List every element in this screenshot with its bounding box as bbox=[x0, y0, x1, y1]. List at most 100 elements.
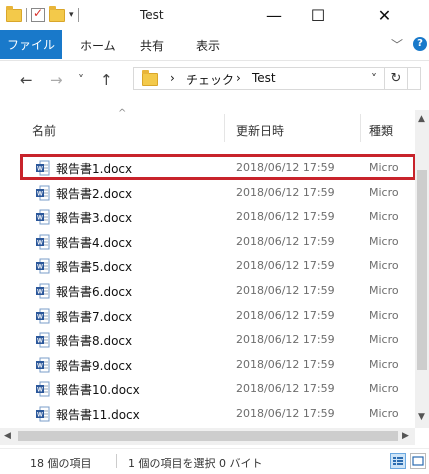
navigation-bar: ← → ˅ ↑ › チェック › Test ˅ ↻ bbox=[0, 61, 429, 97]
breadcrumb-check[interactable]: チェック bbox=[186, 71, 234, 88]
customize-toolbar-icon[interactable]: ▾ bbox=[69, 10, 74, 20]
title-bar: ▾ Test — ☐ ✕ bbox=[0, 0, 429, 30]
file-type: Micro bbox=[369, 308, 399, 322]
breadcrumb-test[interactable]: Test bbox=[252, 71, 276, 85]
file-row[interactable]: W 報告書10.docx 2018/06/12 17:59 Micro bbox=[0, 377, 415, 401]
file-date-modified: 2018/06/12 17:59 bbox=[236, 210, 335, 224]
word-document-icon: W bbox=[36, 209, 50, 225]
vertical-scrollbar[interactable]: ▲ ▼ bbox=[415, 110, 429, 428]
tab-share[interactable]: 共有 bbox=[140, 37, 164, 54]
file-date-modified: 2018/06/12 17:59 bbox=[236, 357, 335, 371]
recent-locations-icon[interactable]: ˅ bbox=[78, 73, 84, 87]
word-document-icon: W bbox=[36, 381, 50, 397]
file-name: 報告書7.docx bbox=[56, 309, 133, 324]
file-row[interactable]: W 報告書11.docx 2018/06/12 17:59 Micro bbox=[0, 402, 415, 424]
folder-icon bbox=[142, 70, 158, 86]
help-icon[interactable]: ? bbox=[413, 37, 427, 51]
word-document-icon: W bbox=[36, 308, 50, 324]
refresh-icon[interactable]: ↻ bbox=[385, 71, 407, 86]
word-document-icon: W bbox=[36, 258, 50, 274]
svg-text:W: W bbox=[37, 363, 43, 369]
tab-file[interactable]: ファイル bbox=[0, 30, 62, 59]
status-bar: 18 個の項目 1 個の項目を選択 0 バイト bbox=[0, 448, 429, 474]
close-button[interactable]: ✕ bbox=[340, 0, 429, 30]
address-divider bbox=[407, 68, 408, 89]
file-row[interactable]: W 報告書3.docx 2018/06/12 17:59 Micro bbox=[0, 205, 415, 229]
column-divider[interactable] bbox=[224, 114, 225, 142]
breadcrumb-separator: › bbox=[170, 71, 175, 85]
file-type: Micro bbox=[369, 382, 399, 396]
status-divider bbox=[116, 454, 117, 468]
properties-check-icon[interactable] bbox=[31, 6, 45, 22]
back-arrow-icon[interactable]: ← bbox=[20, 71, 33, 89]
column-type[interactable]: 種類 bbox=[369, 122, 393, 139]
file-date-modified: 2018/06/12 17:59 bbox=[236, 382, 335, 396]
tab-view[interactable]: 表示 bbox=[196, 37, 220, 54]
svg-text:W: W bbox=[37, 314, 43, 320]
column-name[interactable]: 名前 bbox=[32, 122, 56, 139]
file-type: Micro bbox=[369, 259, 399, 273]
address-controls: ˅ ↻ bbox=[364, 68, 408, 89]
horizontal-scrollbar[interactable]: ◀ ▶ bbox=[0, 428, 415, 445]
scroll-right-icon[interactable]: ▶ bbox=[402, 431, 409, 441]
file-date-modified: 2018/06/12 17:59 bbox=[236, 185, 335, 199]
file-name: 報告書4.docx bbox=[56, 235, 133, 250]
svg-text:W: W bbox=[37, 216, 43, 222]
file-date-modified: 2018/06/12 17:59 bbox=[236, 333, 335, 347]
word-document-icon: W bbox=[36, 185, 50, 201]
large-icons-view-icon[interactable] bbox=[410, 453, 426, 469]
address-bar[interactable]: › チェック › Test ˅ ↻ bbox=[133, 67, 421, 90]
file-row[interactable]: W 報告書9.docx 2018/06/12 17:59 Micro bbox=[0, 353, 415, 377]
column-divider[interactable] bbox=[360, 114, 361, 142]
quick-access-toolbar: ▾ bbox=[6, 5, 79, 23]
file-row[interactable]: W 報告書4.docx 2018/06/12 17:59 Micro bbox=[0, 230, 415, 254]
svg-text:W: W bbox=[37, 240, 43, 246]
address-dropdown-icon[interactable]: ˅ bbox=[364, 72, 384, 86]
word-document-icon: W bbox=[36, 332, 50, 348]
file-name: 報告書5.docx bbox=[56, 260, 133, 275]
file-list: W 報告書1.docx 2018/06/12 17:59 Micro W 報告書2.doc… bbox=[0, 152, 415, 424]
scroll-down-icon[interactable]: ▼ bbox=[418, 412, 425, 422]
file-date-modified: 2018/06/12 17:59 bbox=[236, 259, 335, 273]
toolbar-divider bbox=[77, 8, 79, 22]
breadcrumb-separator: › bbox=[236, 71, 241, 85]
column-date-modified[interactable]: 更新日時 bbox=[236, 122, 284, 139]
column-header: ^ 名前 更新日時 種類 bbox=[0, 108, 429, 144]
file-name: 報告書3.docx bbox=[56, 211, 133, 226]
svg-text:W: W bbox=[37, 290, 43, 296]
tab-home[interactable]: ホーム bbox=[80, 37, 116, 54]
ribbon-expand-icon[interactable]: ﹀ bbox=[391, 36, 403, 53]
details-view-icon[interactable] bbox=[390, 453, 406, 469]
close-icon: ✕ bbox=[377, 5, 392, 25]
file-row[interactable]: W 報告書5.docx 2018/06/12 17:59 Micro bbox=[0, 254, 415, 278]
file-row[interactable]: W 報告書7.docx 2018/06/12 17:59 Micro bbox=[0, 304, 415, 328]
minimize-icon: — bbox=[266, 5, 282, 25]
scroll-up-icon[interactable]: ▲ bbox=[418, 114, 425, 124]
file-name: 報告書11.docx bbox=[56, 408, 140, 422]
minimize-button[interactable]: — bbox=[252, 0, 296, 30]
file-date-modified: 2018/06/12 17:59 bbox=[236, 284, 335, 297]
file-row[interactable]: W 報告書2.docx 2018/06/12 17:59 Micro bbox=[0, 181, 415, 205]
file-type: Micro bbox=[369, 234, 399, 248]
selection-highlight bbox=[20, 154, 416, 180]
maximize-icon: ☐ bbox=[310, 5, 326, 25]
ribbon-tabs: ファイル ホーム 共有 表示 ﹀ ? bbox=[0, 30, 429, 61]
word-document-icon: W bbox=[36, 357, 50, 373]
file-row[interactable]: W 報告書6.docx 2018/06/12 17:59 Micro bbox=[0, 279, 415, 303]
forward-arrow-icon[interactable]: → bbox=[50, 71, 63, 89]
file-type: Micro bbox=[369, 185, 399, 199]
horizontal-scroll-thumb[interactable] bbox=[18, 431, 398, 441]
window-title: Test bbox=[140, 8, 164, 22]
vertical-scroll-thumb[interactable] bbox=[417, 170, 427, 370]
selection-info: 1 個の項目を選択 0 バイト bbox=[128, 457, 263, 470]
file-type: Micro bbox=[369, 333, 399, 347]
folder-icon bbox=[6, 5, 22, 22]
file-type: Micro bbox=[369, 284, 399, 297]
file-date-modified: 2018/06/12 17:59 bbox=[236, 308, 335, 322]
new-folder-icon[interactable] bbox=[49, 5, 65, 22]
file-row[interactable]: W 報告書8.docx 2018/06/12 17:59 Micro bbox=[0, 328, 415, 352]
word-document-icon: W bbox=[36, 406, 50, 422]
scroll-left-icon[interactable]: ◀ bbox=[4, 431, 11, 441]
up-arrow-icon[interactable]: ↑ bbox=[100, 71, 113, 89]
maximize-button[interactable]: ☐ bbox=[296, 0, 340, 30]
